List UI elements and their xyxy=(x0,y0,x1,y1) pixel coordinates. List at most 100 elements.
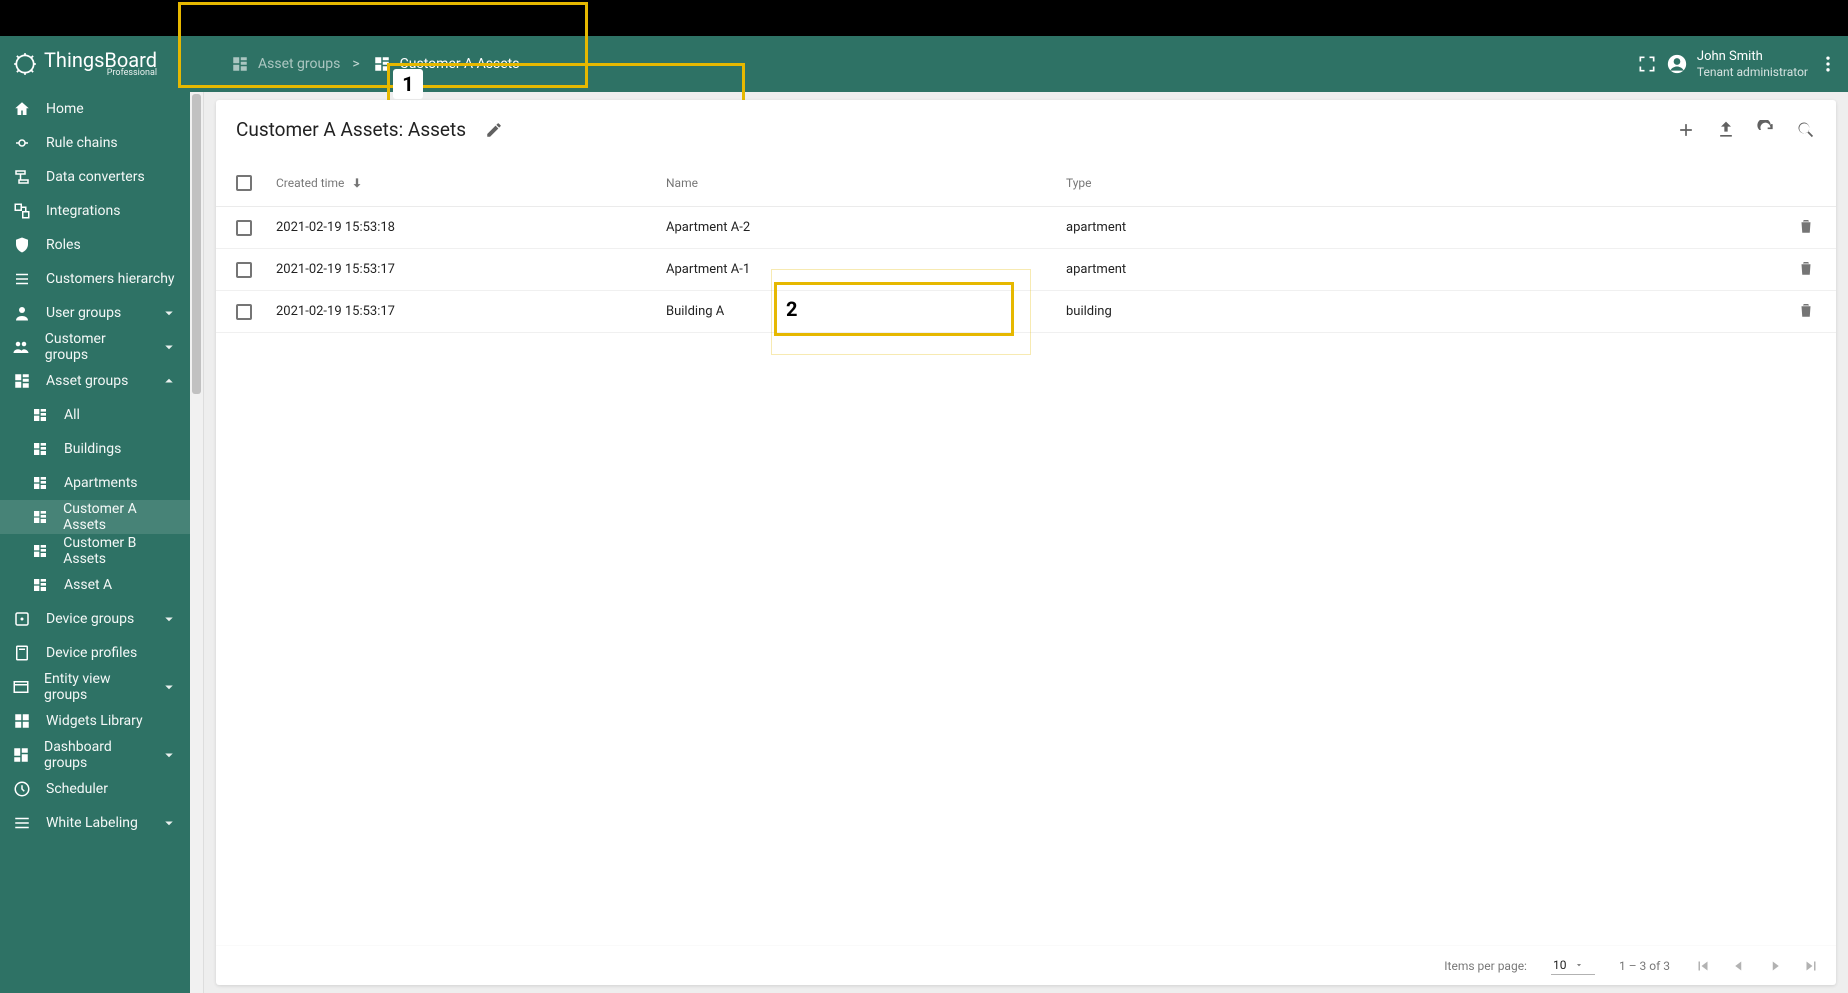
sidebar-item-label: Customers hierarchy xyxy=(46,271,175,287)
breadcrumb-separator: > xyxy=(352,56,359,72)
user-name: John Smith xyxy=(1697,49,1808,65)
sidebar-subitem-apartments[interactable]: Apartments xyxy=(0,466,190,500)
search-icon[interactable] xyxy=(1796,120,1816,140)
domain-icon xyxy=(30,405,50,425)
sidebar-item-label: User groups xyxy=(46,305,121,321)
sidebar-item-white-labeling[interactable]: White Labeling xyxy=(0,806,190,840)
home-icon xyxy=(12,99,32,119)
prev-page-icon[interactable] xyxy=(1730,957,1748,975)
first-page-icon[interactable] xyxy=(1694,957,1712,975)
sidebar-item-data-converters[interactable]: Data converters xyxy=(0,160,190,194)
cell-created: 2021-02-19 15:53:17 xyxy=(276,304,666,319)
sidebar-item-label: Dashboard groups xyxy=(44,739,146,771)
add-icon[interactable] xyxy=(1676,120,1696,140)
col-name[interactable]: Name xyxy=(666,176,1066,190)
cell-created: 2021-02-19 15:53:17 xyxy=(276,262,666,277)
sidebar-item-label: Data converters xyxy=(46,169,145,185)
sidebar-item-asset-groups[interactable]: Asset groups xyxy=(0,364,190,398)
sidebar-item-home[interactable]: Home xyxy=(0,92,190,126)
hierarchy-icon xyxy=(12,269,32,289)
chevron-down-icon xyxy=(160,610,178,628)
items-per-page-label: Items per page: xyxy=(1444,959,1527,973)
dashboard-icon xyxy=(12,745,30,765)
sidebar-item-device-profiles[interactable]: Device profiles xyxy=(0,636,190,670)
sidebar-subitem-all[interactable]: All xyxy=(0,398,190,432)
domain-icon xyxy=(30,541,49,561)
sidebar-item-label: Integrations xyxy=(46,203,120,219)
page-range: 1 – 3 of 3 xyxy=(1619,959,1670,973)
sidebar-item-integrations[interactable]: Integrations xyxy=(0,194,190,228)
cell-type: apartment xyxy=(1066,262,1776,277)
sidebar-item-user-groups[interactable]: User groups xyxy=(0,296,190,330)
chevron-down-icon xyxy=(160,338,178,356)
domain-icon xyxy=(30,473,50,493)
sidebar-item-scheduler[interactable]: Scheduler xyxy=(0,772,190,806)
cell-name: Building A xyxy=(666,304,1066,319)
people-icon xyxy=(12,337,31,357)
select-all-checkbox[interactable] xyxy=(236,175,252,191)
sidebar-item-label: Device groups xyxy=(46,611,134,627)
fullscreen-icon[interactable] xyxy=(1637,54,1657,74)
row-checkbox[interactable] xyxy=(236,262,252,278)
edit-icon[interactable] xyxy=(484,120,504,140)
sidebar-item-customers-hierarchy[interactable]: Customers hierarchy xyxy=(0,262,190,296)
last-page-icon[interactable] xyxy=(1802,957,1820,975)
row-checkbox[interactable] xyxy=(236,304,252,320)
table-row[interactable]: 2021-02-19 15:53:18Apartment A-2apartmen… xyxy=(216,207,1836,249)
col-type[interactable]: Type xyxy=(1066,176,1776,190)
sidebar-item-dashboard-groups[interactable]: Dashboard groups xyxy=(0,738,190,772)
breadcrumb-parent[interactable]: Asset groups xyxy=(230,54,340,74)
sidebar-item-entity-view-groups[interactable]: Entity view groups xyxy=(0,670,190,704)
sidebar-item-label: Customer A Assets xyxy=(63,501,178,533)
sidebar-subitem-customer-b-assets[interactable]: Customer B Assets xyxy=(0,534,190,568)
sidebar-subitem-buildings[interactable]: Buildings xyxy=(0,432,190,466)
chevron-down-icon xyxy=(160,304,178,322)
main-content: Customer A Assets: Assets Created time xyxy=(190,92,1848,993)
user-menu[interactable]: John Smith Tenant administrator xyxy=(1667,49,1808,79)
col-created[interactable]: Created time xyxy=(276,176,666,190)
page-size-select[interactable]: 10 xyxy=(1551,956,1595,975)
table-row[interactable]: 22021-02-19 15:53:17Building Abuilding xyxy=(216,291,1836,333)
logo[interactable]: ThingsBoard Professional xyxy=(0,50,190,78)
delete-icon[interactable] xyxy=(1796,258,1816,278)
sidebar-subitem-asset-a[interactable]: Asset A xyxy=(0,568,190,602)
sidebar-item-label: Device profiles xyxy=(46,645,137,661)
sidebar-item-widgets-library[interactable]: Widgets Library xyxy=(0,704,190,738)
breadcrumb-current[interactable]: Customer A Assets xyxy=(372,54,520,74)
scrollbar-thumb[interactable] xyxy=(192,94,201,394)
sidebar-subitem-customer-a-assets[interactable]: Customer A Assets xyxy=(0,500,190,534)
delete-icon[interactable] xyxy=(1796,300,1816,320)
more-vert-icon[interactable] xyxy=(1818,54,1838,74)
scrollbar[interactable] xyxy=(190,92,204,993)
sidebar-item-label: Rule chains xyxy=(46,135,118,151)
dropdown-icon xyxy=(1574,960,1584,970)
chevron-down-icon xyxy=(160,678,178,696)
upload-icon[interactable] xyxy=(1716,120,1736,140)
sidebar-item-label: Home xyxy=(46,101,84,117)
next-page-icon[interactable] xyxy=(1766,957,1784,975)
sidebar-item-customer-groups[interactable]: Customer groups xyxy=(0,330,190,364)
sort-down-icon xyxy=(350,176,364,190)
sidebar-item-rule-chains[interactable]: Rule chains xyxy=(0,126,190,160)
sidebar-item-roles[interactable]: Roles xyxy=(0,228,190,262)
sidebar-item-label: Asset groups xyxy=(46,373,128,389)
schedule-icon xyxy=(12,779,32,799)
domain-icon xyxy=(372,54,392,74)
sidebar-item-device-groups[interactable]: Device groups xyxy=(0,602,190,636)
chevron-down-icon xyxy=(160,746,178,764)
domain-icon xyxy=(12,371,32,391)
device-icon xyxy=(12,609,32,629)
delete-icon[interactable] xyxy=(1796,216,1816,236)
domain-icon xyxy=(30,439,50,459)
assets-card: Customer A Assets: Assets Created time xyxy=(216,100,1836,985)
table-row[interactable]: 2021-02-19 15:53:17Apartment A-1apartmen… xyxy=(216,249,1836,291)
refresh-icon[interactable] xyxy=(1756,120,1776,140)
row-checkbox[interactable] xyxy=(236,220,252,236)
domain-icon xyxy=(30,507,49,527)
sidebar-item-label: All xyxy=(64,407,80,423)
breadcrumb-parent-label: Asset groups xyxy=(258,56,340,72)
user-role: Tenant administrator xyxy=(1697,65,1808,79)
sidebar-item-label: Apartments xyxy=(64,475,138,491)
cell-created: 2021-02-19 15:53:18 xyxy=(276,220,666,235)
top-black-bar xyxy=(0,0,1848,36)
